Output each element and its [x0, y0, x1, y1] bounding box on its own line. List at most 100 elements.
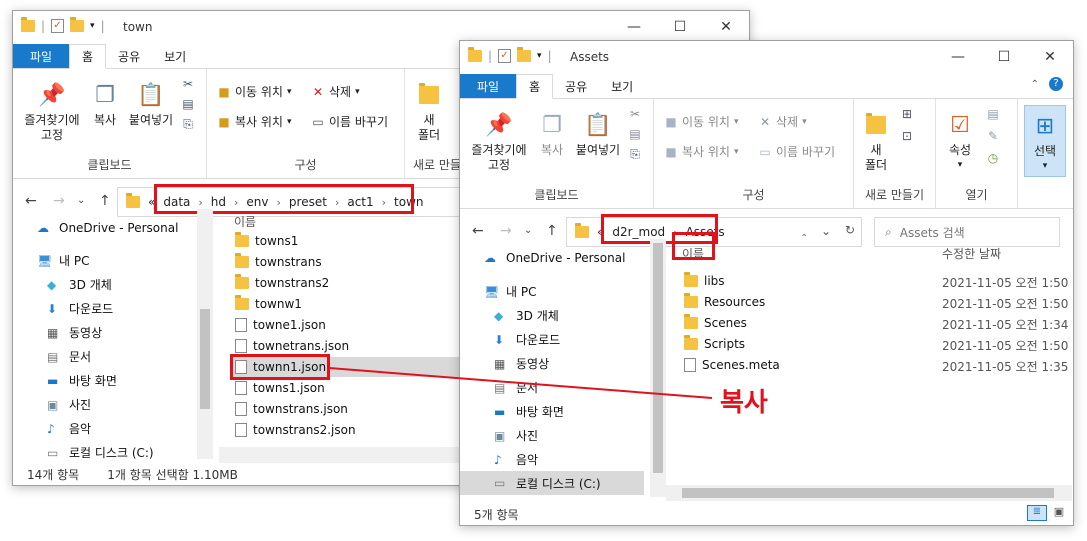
new-folder-button[interactable]: 새 폴더	[411, 81, 447, 143]
dropdown-icon[interactable]: ▾	[537, 51, 542, 61]
list-item[interactable]: towns1	[235, 231, 298, 251]
scroll-thumb[interactable]	[682, 488, 1054, 498]
properties-check-icon[interactable]: ✓	[51, 19, 65, 33]
rename-button[interactable]: ▭ 이름 바꾸기	[311, 113, 388, 130]
scroll-thumb[interactable]	[653, 243, 663, 473]
list-item[interactable]: townstrans.json	[235, 399, 348, 419]
list-item[interactable]: townstrans	[235, 252, 322, 272]
large-icons-view-icon[interactable]: ▣	[1051, 505, 1067, 521]
delete-button[interactable]: ✕ 삭제 ▾	[311, 83, 360, 100]
list-item[interactable]: Scenes.meta	[684, 355, 780, 375]
list-item[interactable]: townetrans.json	[235, 336, 349, 356]
list-item[interactable]: Scenes	[684, 313, 747, 333]
scroll-thumb[interactable]	[200, 309, 210, 409]
select-button[interactable]: ⊞ 선택 ▾	[1024, 105, 1066, 177]
list-item[interactable]: Resources	[684, 292, 765, 312]
nav-item-desktop[interactable]: ▬ 바탕 화면	[494, 403, 564, 420]
properties-button[interactable]: ☑ 속성 ▾	[940, 111, 980, 173]
copy-to-button[interactable]: ■ 복사 위치 ▾	[664, 143, 738, 160]
nav-item-local-disk[interactable]: ▭ 로컬 디스크 (C:)	[47, 444, 154, 461]
copy-path-icon[interactable]: ▤	[628, 127, 642, 141]
nav-item-this-pc[interactable]: 🖥 내 PC	[37, 252, 89, 269]
address-dropdown-icon[interactable]: ⌄	[821, 224, 831, 238]
cut-icon[interactable]: ✂	[628, 107, 642, 121]
new-folder-button[interactable]: 새 폴더	[860, 111, 892, 173]
refresh-icon[interactable]: ↻	[845, 223, 855, 237]
tab-share[interactable]: 공유	[106, 44, 152, 68]
tab-view[interactable]: 보기	[152, 44, 198, 68]
rename-button[interactable]: ▭ 이름 바꾸기	[758, 143, 835, 160]
copy-button[interactable]: ❐ 복사	[534, 111, 570, 158]
details-view-icon[interactable]: ≣	[1027, 505, 1047, 521]
up-icon[interactable]: ↑	[99, 193, 111, 209]
list-item[interactable]: townstrans2	[235, 273, 329, 293]
easy-access-icon[interactable]: ⊡	[900, 129, 914, 143]
list-item[interactable]: libs	[684, 271, 725, 291]
maximize-icon[interactable]: ☐	[657, 11, 703, 43]
list-item[interactable]: Scripts	[684, 334, 745, 354]
history-icon[interactable]: ◷	[986, 151, 1000, 165]
new-item-icon[interactable]: ⊞	[900, 107, 914, 121]
tab-file[interactable]: 파일	[460, 74, 516, 98]
nav-item-music[interactable]: ♪ 음악	[47, 420, 91, 437]
file-horizontal-scrollbar[interactable]	[219, 447, 479, 463]
move-to-button[interactable]: ■ 이동 위치 ▾	[664, 113, 738, 130]
search-input[interactable]: ⌕ Assets 검색	[874, 217, 1060, 247]
properties-check-icon[interactable]: ✓	[498, 49, 512, 63]
nav-item-onedrive[interactable]: ☁ OneDrive - Personal	[484, 251, 625, 265]
tab-share[interactable]: 공유	[553, 74, 599, 98]
copy-button[interactable]: ❐ 복사	[87, 81, 123, 128]
recent-dropdown-icon[interactable]: ⌄	[524, 225, 532, 236]
file-horizontal-scrollbar[interactable]	[666, 485, 1072, 501]
paste-button[interactable]: 📋 붙여넣기	[572, 111, 624, 158]
list-item[interactable]: towns1.json	[235, 378, 325, 398]
pin-button[interactable]: 📌 즐겨찾기에 고정	[466, 111, 532, 173]
nav-item-documents[interactable]: ▤ 문서	[494, 379, 538, 396]
nav-item-this-pc[interactable]: 🖥 내 PC	[484, 283, 536, 300]
nav-item-3d[interactable]: ◆ 3D 개체	[47, 276, 112, 293]
close-icon[interactable]: ✕	[703, 11, 749, 43]
paste-shortcut-icon[interactable]: ⎘	[628, 147, 642, 161]
column-header-name[interactable]: 이름	[234, 213, 256, 230]
dropdown-icon[interactable]: ▾	[90, 21, 95, 31]
new-folder-icon[interactable]	[70, 17, 85, 32]
back-icon[interactable]: ←	[472, 223, 484, 239]
forward-icon[interactable]: →	[500, 223, 512, 239]
recent-dropdown-icon[interactable]: ⌄	[77, 195, 85, 206]
list-item[interactable]: towne1.json	[235, 315, 326, 335]
nav-scrollbar[interactable]	[197, 209, 213, 459]
nav-item-videos[interactable]: ▦ 동영상	[47, 324, 102, 341]
nav-item-documents[interactable]: ▤ 문서	[47, 348, 91, 365]
nav-item-music[interactable]: ♪ 음악	[494, 451, 538, 468]
column-header-date[interactable]: 수정한 날짜	[942, 245, 1001, 262]
nav-scrollbar[interactable]	[650, 239, 666, 497]
nav-item-pictures[interactable]: ▣ 사진	[47, 396, 91, 413]
nav-item-onedrive[interactable]: ☁ OneDrive - Personal	[37, 221, 178, 235]
copy-to-button[interactable]: ■ 복사 위치 ▾	[217, 113, 291, 130]
up-icon[interactable]: ↑	[546, 223, 558, 239]
pin-button[interactable]: 📌 즐겨찾기에 고정	[19, 81, 85, 143]
list-item[interactable]: townstrans2.json	[235, 420, 356, 440]
maximize-icon[interactable]: ☐	[981, 41, 1027, 73]
nav-item-desktop[interactable]: ▬ 바탕 화면	[47, 372, 117, 389]
forward-icon[interactable]: →	[53, 193, 65, 209]
back-icon[interactable]: ←	[25, 193, 37, 209]
tab-home[interactable]: 홈	[69, 44, 107, 69]
delete-button[interactable]: ✕ 삭제 ▾	[758, 113, 807, 130]
nav-item-3d[interactable]: ◆ 3D 개체	[494, 307, 559, 324]
tab-file[interactable]: 파일	[13, 44, 69, 68]
tab-home[interactable]: 홈	[516, 74, 554, 99]
collapse-ribbon-icon[interactable]: ⌃	[1031, 79, 1039, 90]
move-to-button[interactable]: ■ 이동 위치 ▾	[217, 83, 291, 100]
nav-item-videos[interactable]: ▦ 동영상	[494, 355, 549, 372]
cut-icon[interactable]: ✂	[181, 77, 195, 91]
help-icon[interactable]: ?	[1049, 77, 1063, 91]
nav-item-downloads[interactable]: ⬇ 다운로드	[494, 331, 560, 348]
copy-path-icon[interactable]: ▤	[181, 97, 195, 111]
tab-view[interactable]: 보기	[599, 74, 645, 98]
nav-item-downloads[interactable]: ⬇ 다운로드	[47, 300, 113, 317]
edit-icon[interactable]: ✎	[986, 129, 1000, 143]
nav-item-pictures[interactable]: ▣ 사진	[494, 427, 538, 444]
open-icon[interactable]: ▤	[986, 107, 1000, 121]
list-item[interactable]: townw1	[235, 294, 302, 314]
